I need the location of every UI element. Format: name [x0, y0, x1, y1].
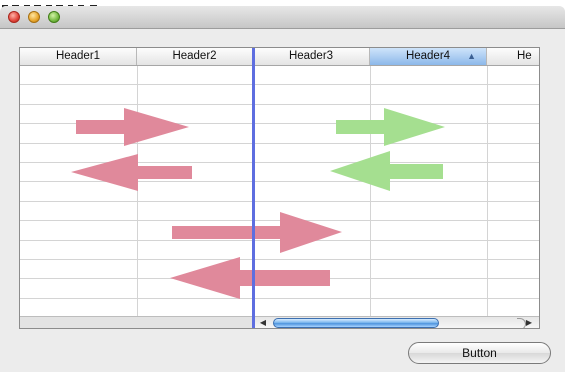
push-button[interactable]: Button [408, 342, 551, 364]
minimize-button[interactable] [28, 11, 40, 23]
horizontal-scroll-thumb[interactable] [273, 318, 439, 328]
green-right-arrow [336, 108, 445, 146]
pink-right-arrow-top [76, 108, 189, 146]
scroll-right-arrow-icon[interactable]: ▶ [523, 317, 535, 328]
horizontal-scrollbar-fixed-area [20, 316, 252, 328]
horizontal-scrollbar[interactable]: ◀ ▶ [255, 316, 539, 328]
drag-arrows-overlay [71, 108, 445, 299]
scroll-left-arrow-icon[interactable]: ◀ [257, 317, 269, 328]
vertical-scrollbar[interactable] [539, 64, 540, 316]
close-button[interactable] [8, 11, 20, 23]
green-left-arrow [330, 151, 443, 191]
column-drop-indicator [252, 48, 255, 328]
pink-left-arrow-top [71, 154, 192, 191]
pink-right-arrow-bottom [172, 212, 342, 253]
zoom-button[interactable] [48, 11, 60, 23]
title-bar [0, 6, 565, 29]
button-label: Button [462, 346, 497, 360]
pink-left-arrow-bottom [170, 257, 330, 299]
table-view[interactable]: Header1 Header2 Header3 Header4 ▲ He ◀ ▶ [19, 47, 540, 329]
